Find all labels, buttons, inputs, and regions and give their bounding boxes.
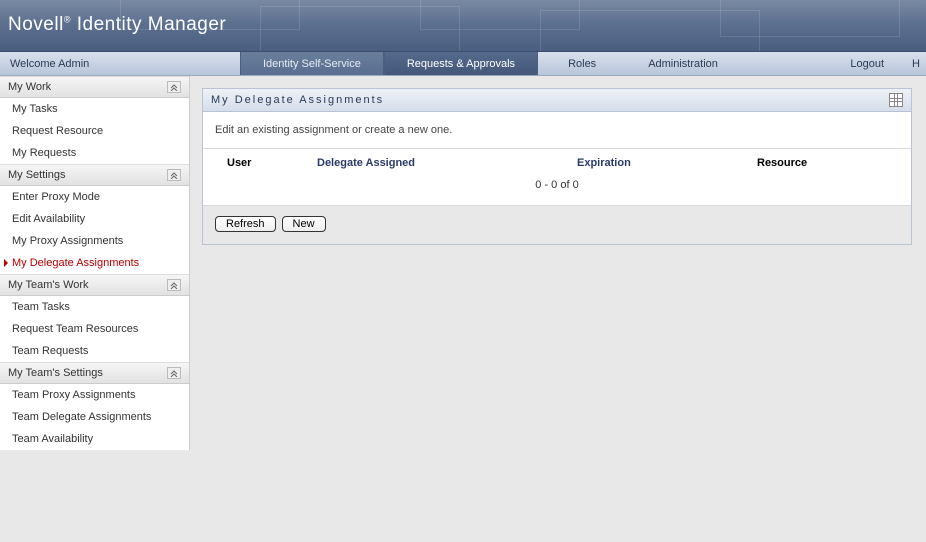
sidebar-item[interactable]: My Delegate Assignments — [0, 252, 189, 274]
sidebar-item-label: Team Availability — [12, 433, 93, 445]
grid-view-icon[interactable] — [889, 93, 903, 107]
delegate-assignments-panel: My Delegate Assignments Edit an existing… — [202, 88, 912, 245]
sidebar-item-label: My Delegate Assignments — [12, 257, 139, 269]
col-delegate[interactable]: Delegate Assigned — [317, 157, 577, 169]
panel-header: My Delegate Assignments — [203, 89, 911, 112]
sidebar-section-title: My Work — [8, 81, 51, 93]
sidebar-item[interactable]: Team Delegate Assignments — [0, 406, 189, 428]
panel-actions: Refresh New — [203, 205, 911, 244]
sidebar-item[interactable]: My Proxy Assignments — [0, 230, 189, 252]
collapse-icon[interactable] — [167, 279, 181, 291]
sidebar-item[interactable]: Team Tasks — [0, 296, 189, 318]
sidebar-item[interactable]: Enter Proxy Mode — [0, 186, 189, 208]
sidebar-item-label: Team Tasks — [12, 301, 70, 313]
brand-name: Novell — [8, 14, 64, 35]
sidebar-item-label: Request Resource — [12, 125, 103, 137]
sidebar-section-header[interactable]: My Team's Settings — [0, 362, 189, 384]
collapse-icon[interactable] — [167, 169, 181, 181]
col-resource[interactable]: Resource — [757, 157, 899, 169]
collapse-icon[interactable] — [167, 81, 181, 93]
assignments-table: User Delegate Assigned Expiration Resour… — [203, 149, 911, 205]
welcome-text: Welcome Admin — [0, 52, 190, 75]
brand: Novell® Identity Manager — [8, 14, 226, 36]
nav-administration[interactable]: Administration — [626, 52, 740, 75]
panel-subtext: Edit an existing assignment or create a … — [203, 112, 911, 149]
sidebar-item[interactable]: My Requests — [0, 142, 189, 164]
sidebar-item-label: My Proxy Assignments — [12, 235, 123, 247]
nav-help[interactable]: H — [906, 52, 926, 75]
sidebar: My Work My Tasks Request Resource My Reques… — [0, 76, 190, 450]
sidebar-section-title: My Team's Work — [8, 279, 89, 291]
sidebar-item[interactable]: Request Resource — [0, 120, 189, 142]
collapse-icon[interactable] — [167, 367, 181, 379]
sidebar-item[interactable]: Edit Availability — [0, 208, 189, 230]
sidebar-item-label: Edit Availability — [12, 213, 85, 225]
new-button[interactable]: New — [282, 216, 326, 232]
nav-requests-approvals[interactable]: Requests & Approvals — [384, 52, 538, 75]
app-header: Novell® Identity Manager — [0, 0, 926, 52]
sidebar-section-header[interactable]: My Settings — [0, 164, 189, 186]
panel-title: My Delegate Assignments — [211, 94, 384, 106]
brand-product: Identity Manager — [77, 14, 227, 35]
sidebar-item-label: Team Delegate Assignments — [12, 411, 151, 423]
sidebar-item[interactable]: Team Requests — [0, 340, 189, 362]
content-area: My Delegate Assignments Edit an existing… — [190, 76, 926, 450]
sidebar-item-label: My Tasks — [12, 103, 58, 115]
refresh-button[interactable]: Refresh — [215, 216, 276, 232]
nav-logout[interactable]: Logout — [828, 52, 906, 75]
sidebar-section-title: My Settings — [8, 169, 65, 181]
sidebar-item[interactable]: Team Availability — [0, 428, 189, 450]
nav-identity-self-service[interactable]: Identity Self-Service — [240, 52, 384, 75]
sidebar-item-label: My Requests — [12, 147, 76, 159]
table-header-row: User Delegate Assigned Expiration Resour… — [203, 149, 911, 175]
sidebar-section-title: My Team's Settings — [8, 367, 103, 379]
col-expiration[interactable]: Expiration — [577, 157, 757, 169]
sidebar-section-header[interactable]: My Work — [0, 76, 189, 98]
sidebar-item[interactable]: Team Proxy Assignments — [0, 384, 189, 406]
brand-reg: ® — [64, 15, 71, 25]
sidebar-item-label: Team Proxy Assignments — [12, 389, 136, 401]
sidebar-item-label: Enter Proxy Mode — [12, 191, 100, 203]
sidebar-item[interactable]: Request Team Resources — [0, 318, 189, 340]
sidebar-item-label: Request Team Resources — [12, 323, 138, 335]
sidebar-item-label: Team Requests — [12, 345, 88, 357]
sidebar-section-header[interactable]: My Team's Work — [0, 274, 189, 296]
table-empty-text: 0 - 0 of 0 — [203, 175, 911, 205]
top-nav: Welcome Admin Identity Self-Service Requ… — [0, 52, 926, 76]
nav-roles[interactable]: Roles — [538, 52, 626, 75]
sidebar-item[interactable]: My Tasks — [0, 98, 189, 120]
col-user[interactable]: User — [227, 157, 317, 169]
